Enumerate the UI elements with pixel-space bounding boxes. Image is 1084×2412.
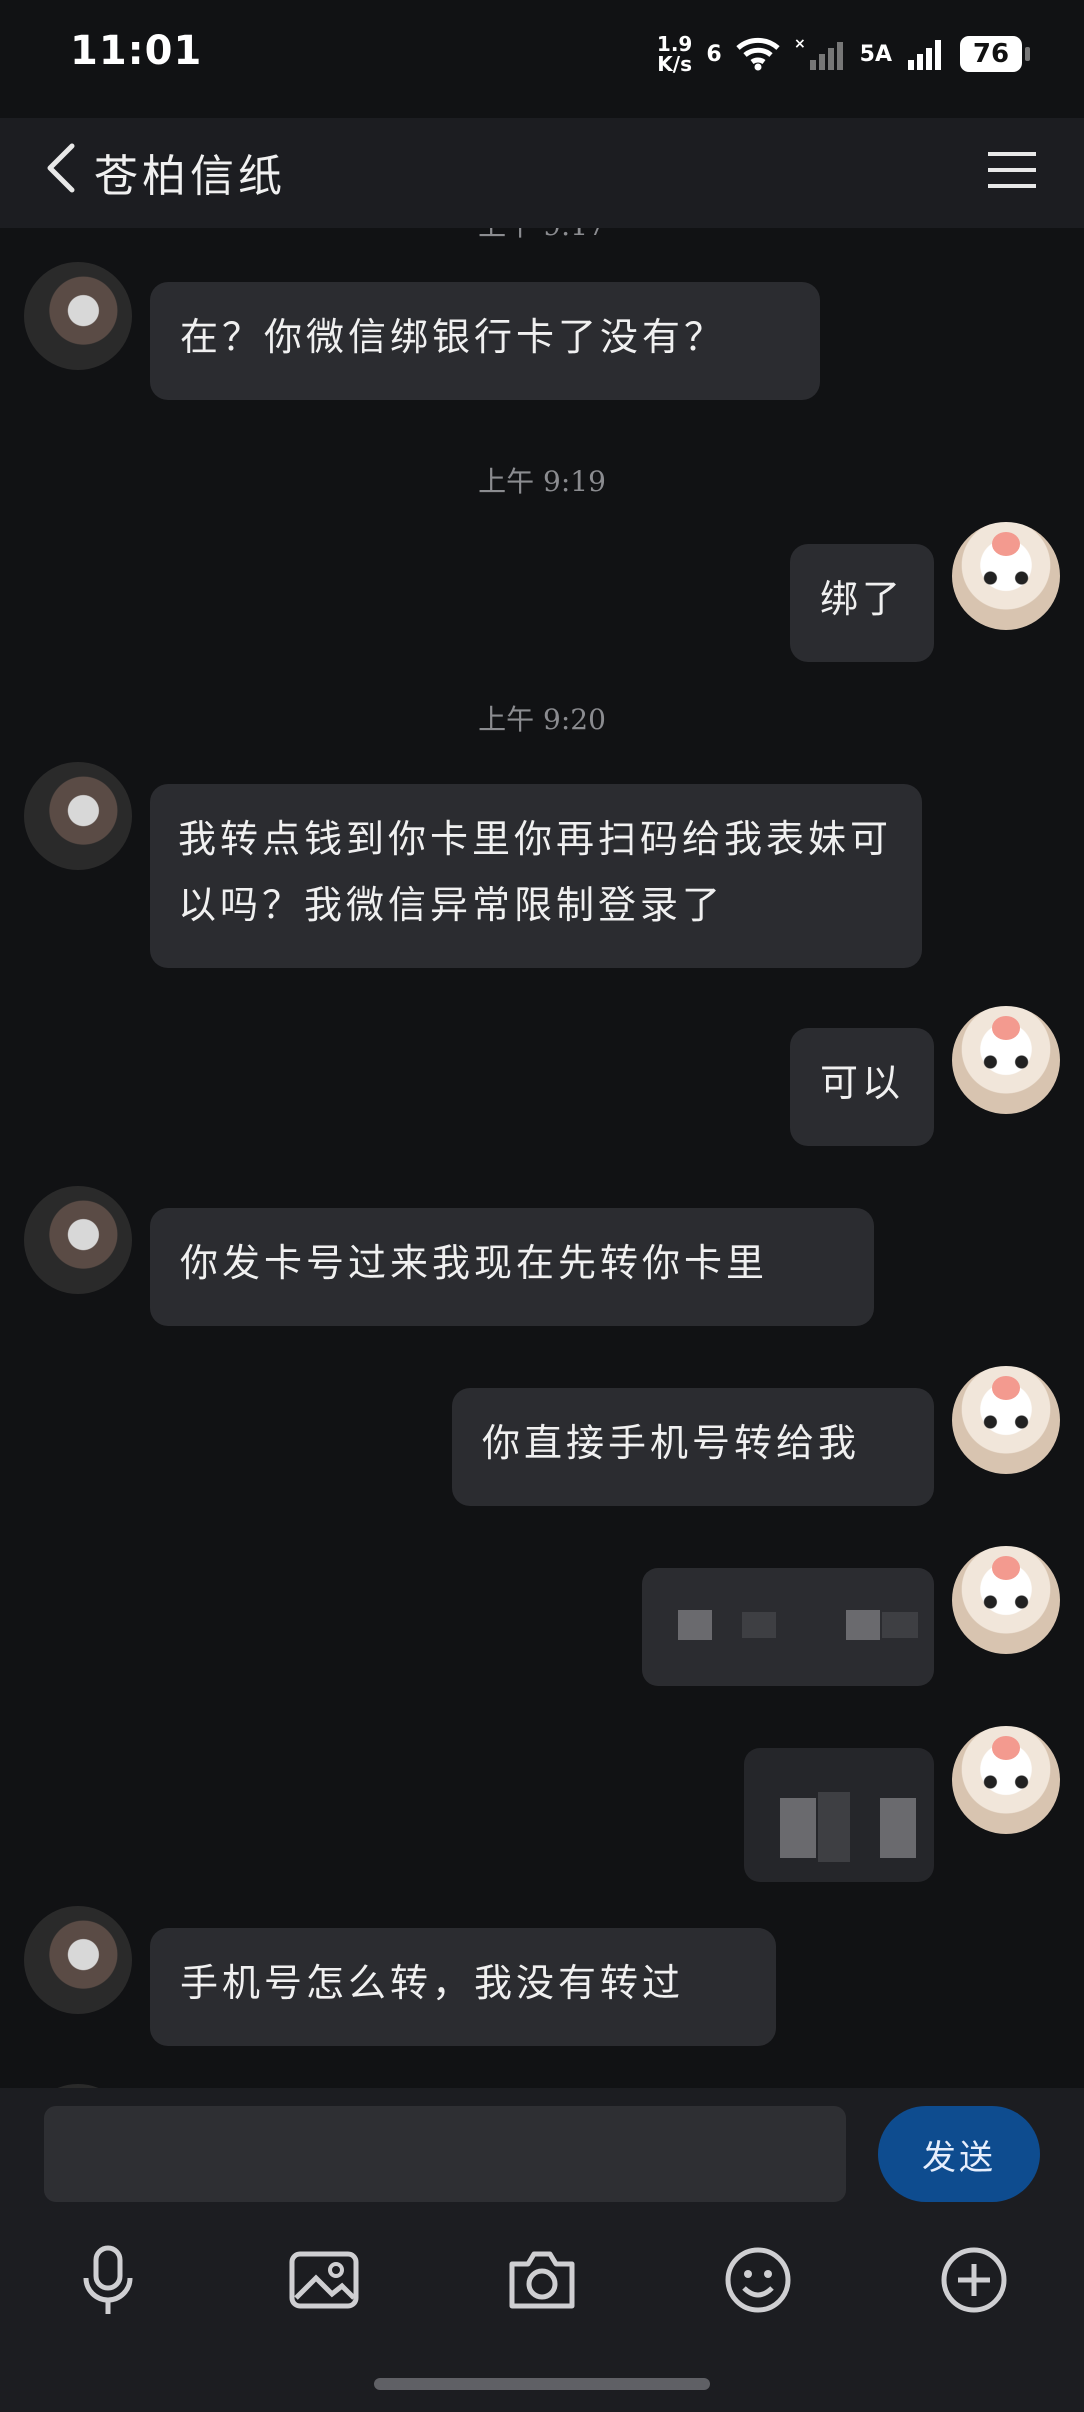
timestamp-cut: 上午 9:17 [0,228,1084,244]
send-button[interactable]: 发送 [878,2106,1040,2202]
microphone-icon[interactable] [68,2240,148,2320]
message-input[interactable] [44,2106,846,2202]
my-avatar[interactable] [952,1726,1060,1834]
message-outgoing[interactable]: 可以 [790,1028,934,1146]
message-outgoing[interactable]: 你直接手机号转给我 [452,1388,934,1506]
message-incoming[interactable]: 你发卡号过来我现在先转你卡里 [150,1208,874,1326]
message-incoming[interactable]: 手机号怎么转，我没有转过 [150,1928,776,2046]
status-icons: 1.9 K/s 6 × 5A 76 [656,30,1030,78]
message-outgoing[interactable]: 绑了 [790,544,934,662]
my-avatar[interactable] [952,1366,1060,1474]
timestamp: 上午 9:19 [478,465,606,498]
message-incoming[interactable]: 我转点钱到你卡里你再扫码给我表妹可以吗？我微信异常限制登录了 [150,784,922,968]
message-list[interactable]: 上午 9:17 在？你微信绑银行卡了没有？ 上午 9:19 绑了 上午 9:20… [0,228,1084,2088]
plus-icon[interactable] [934,2240,1014,2320]
image-icon[interactable] [284,2240,364,2320]
status-time: 11:01 [70,28,203,74]
contact-avatar[interactable] [24,1906,132,2014]
contact-avatar[interactable] [24,1186,132,1294]
contact-avatar[interactable] [24,262,132,370]
menu-icon[interactable] [986,148,1038,192]
signal-full-icon [908,40,941,70]
contact-name: 苍柏信纸 [94,151,286,202]
camera-icon[interactable] [502,2240,582,2320]
wifi-icon [735,37,780,71]
signal-tag: 5A [859,41,892,67]
network-speed: 1.9 K/s [656,32,693,76]
signal-empty-icon: × [794,36,843,70]
my-avatar[interactable] [952,1546,1060,1654]
redacted-message[interactable] [642,1568,934,1686]
battery-icon: 76 [960,36,1030,72]
back-icon[interactable] [36,138,96,198]
timestamp: 上午 9:20 [478,703,606,736]
my-avatar[interactable] [952,522,1060,630]
svg-text:×: × [794,36,806,52]
redacted-message[interactable] [744,1748,934,1882]
wifi-tag: 6 [706,41,722,67]
my-avatar[interactable] [952,1006,1060,1114]
contact-avatar[interactable] [24,762,132,870]
home-indicator[interactable] [374,2378,710,2390]
emoji-icon[interactable] [718,2240,798,2320]
message-incoming[interactable]: 在？你微信绑银行卡了没有？ [150,282,820,400]
